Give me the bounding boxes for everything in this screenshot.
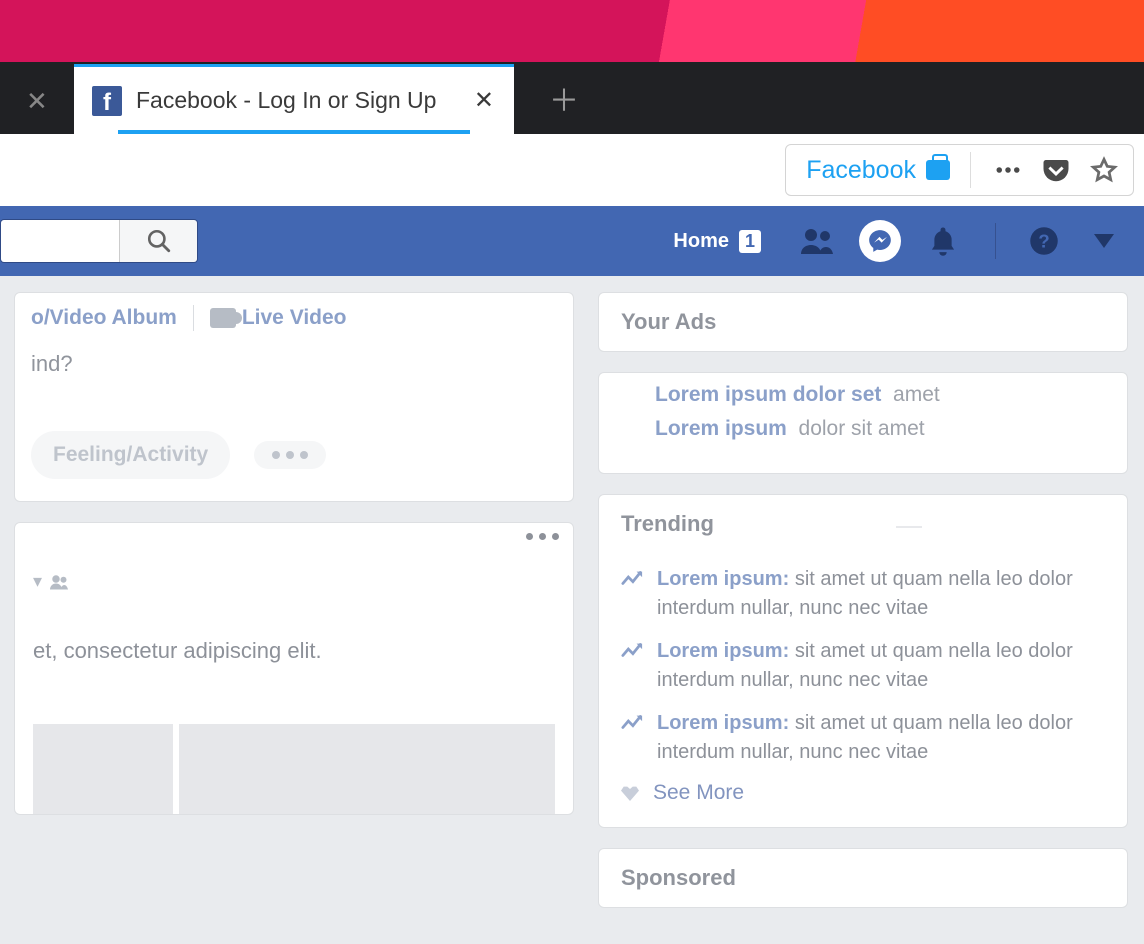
post-photo[interactable] (179, 724, 555, 814)
search-wrap (0, 219, 198, 263)
trending-item[interactable]: Lorem ipsum: sit amet ut quam nella leo … (621, 565, 1105, 623)
ads-list-card: Lorem ipsum dolor set amet Lorem ipsum d… (598, 372, 1128, 474)
svg-text:?: ? (1038, 230, 1049, 251)
ad-item-desc: amet (893, 383, 940, 406)
tab-facebook[interactable]: f Facebook - Log In or Sign Up ✕ (74, 64, 514, 134)
nav-icons: ? (799, 220, 1122, 262)
trending-title: Trending (621, 511, 714, 537)
close-tab-icon[interactable]: ✕ (474, 86, 494, 115)
page-actions-menu-icon[interactable] (993, 155, 1023, 185)
search-input[interactable] (1, 220, 119, 262)
nav-home[interactable]: Home 1 (673, 230, 761, 253)
messenger-icon[interactable] (859, 220, 901, 262)
post-text: et, consectetur adipiscing elit. (33, 638, 555, 664)
pocket-icon[interactable] (1041, 155, 1071, 185)
trending-up-icon (621, 641, 643, 659)
address-bar[interactable]: Facebook (785, 144, 1134, 196)
sponsored-card: Sponsored (598, 848, 1128, 908)
tab-title: Facebook - Log In or Sign Up (136, 87, 460, 114)
help-icon[interactable]: ? (1026, 223, 1062, 259)
notifications-icon[interactable] (925, 223, 961, 259)
post-menu-icon[interactable] (526, 533, 559, 540)
composer-card: o/Video Album Live Video ind? Feeling/Ac… (14, 292, 574, 502)
trending-up-icon (621, 569, 643, 587)
composer-more-chip[interactable] (254, 441, 326, 469)
composer-tab-live[interactable]: Live Video (210, 306, 347, 330)
your-ads-title: Your Ads (599, 293, 1127, 351)
site-identity[interactable]: Facebook (806, 152, 971, 188)
tab-strip: ✕ f Facebook - Log In or Sign Up ✕ ＋ (0, 62, 1144, 134)
friend-requests-icon[interactable] (799, 223, 835, 259)
post-photo-grid (33, 724, 555, 814)
site-identity-label: Facebook (806, 156, 916, 185)
page-actions (993, 155, 1119, 185)
ad-item-desc: dolor sit amet (799, 417, 925, 440)
bookmark-star-icon[interactable] (1089, 155, 1119, 185)
main-column: o/Video Album Live Video ind? Feeling/Ac… (14, 292, 574, 928)
nav-home-badge: 1 (739, 230, 761, 253)
trending-item[interactable]: Lorem ipsum: sit amet ut quam nella leo … (621, 709, 1105, 767)
see-more-link[interactable]: See More (653, 781, 744, 805)
live-video-icon (210, 308, 236, 328)
address-bar-row: Facebook (0, 134, 1144, 206)
side-column: Your Ads Lorem ipsum dolor set amet Lore… (598, 292, 1128, 928)
prev-tab-close-icon[interactable]: ✕ (26, 86, 48, 117)
nav-home-label: Home (673, 230, 729, 253)
post-privacy-icons: ▾ (33, 571, 555, 592)
container-icon (926, 160, 950, 180)
ad-item[interactable]: Lorem ipsum dolor set amet (655, 383, 1105, 407)
facebook-favicon: f (92, 86, 122, 116)
ad-item-title: Lorem ipsum dolor set (655, 383, 881, 406)
feed-post: ▾ et, consectetur adipiscing elit. (14, 522, 574, 815)
search-icon (146, 228, 172, 254)
account-dropdown-icon[interactable] (1086, 223, 1122, 259)
trending-up-icon (621, 713, 643, 731)
window-decoration-strip (0, 0, 1144, 62)
your-ads-card: Your Ads (598, 292, 1128, 352)
post-photo[interactable] (33, 724, 173, 814)
trending-card: Trending Lorem ipsum: sit amet ut quam n… (598, 494, 1128, 828)
heart-icon (621, 785, 639, 801)
composer-tab-album[interactable]: o/Video Album (31, 306, 177, 330)
nav-separator (995, 223, 996, 259)
audience-icon (50, 574, 68, 590)
facebook-top-bar: Home 1 ? (0, 206, 1144, 276)
composer-tab-separator (193, 305, 194, 331)
content-area: o/Video Album Live Video ind? Feeling/Ac… (0, 276, 1144, 944)
trending-item[interactable]: Lorem ipsum: sit amet ut quam nella leo … (621, 637, 1105, 695)
composer-prompt[interactable]: ind? (15, 343, 573, 417)
composer-feeling-chip[interactable]: Feeling/Activity (31, 431, 230, 479)
ad-item-title: Lorem ipsum (655, 417, 787, 440)
search-button[interactable] (119, 220, 197, 262)
composer-tab-live-label: Live Video (242, 306, 347, 330)
new-tab-button[interactable]: ＋ (544, 78, 584, 118)
trending-pager[interactable] (896, 526, 922, 528)
ad-item[interactable]: Lorem ipsum dolor sit amet (655, 417, 1105, 441)
